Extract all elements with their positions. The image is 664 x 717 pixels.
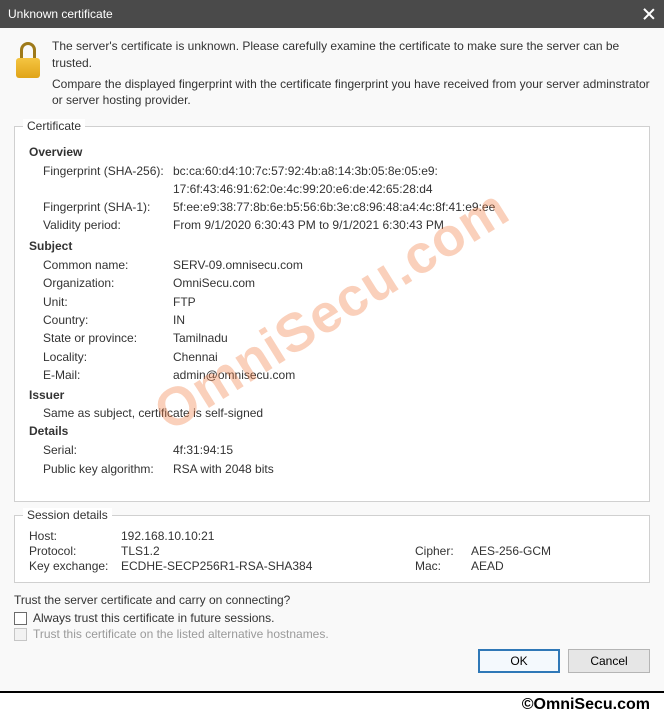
host-value: 192.168.10.10:21 [121,529,635,543]
sha256-label: Fingerprint (SHA-256): [43,163,173,180]
unit-value: FTP [173,294,641,311]
ok-button[interactable]: OK [478,649,560,673]
intro-text: The server's certificate is unknown. Ple… [52,38,650,113]
state-value: Tamilnadu [173,330,641,347]
protocol-label: Protocol: [29,544,121,558]
intro-line2: Compare the displayed fingerprint with t… [52,76,650,110]
close-icon[interactable] [642,7,656,21]
alt-hostnames-row: Trust this certificate on the listed alt… [14,627,650,641]
country-value: IN [173,312,641,329]
cipher-label: Cipher: [415,544,471,558]
overview-heading: Overview [29,145,641,159]
button-row: OK Cancel [14,649,650,673]
titlebar: Unknown certificate [0,0,664,28]
trust-block: Trust the server certificate and carry o… [14,593,650,641]
serial-label: Serial: [43,442,173,459]
unit-label: Unit: [43,294,173,311]
intro-line1: The server's certificate is unknown. Ple… [52,38,650,72]
pubkey-value: RSA with 2048 bits [173,461,641,478]
locality-value: Chennai [173,349,641,366]
cancel-button[interactable]: Cancel [568,649,650,673]
lock-icon [14,42,42,78]
alt-hostnames-label: Trust this certificate on the listed alt… [33,627,329,641]
dialog-body: OmniSecu.com The server's certificate is… [0,28,664,691]
details-heading: Details [29,424,641,438]
certificate-scroll[interactable]: Overview Fingerprint (SHA-256): bc:ca:60… [15,137,649,499]
validity-value: From 9/1/2020 6:30:43 PM to 9/1/2021 6:3… [173,217,641,234]
trust-question: Trust the server certificate and carry o… [14,593,650,607]
footer-attribution: ©OmniSecu.com [0,691,664,717]
issuer-note: Same as subject, certificate is self-sig… [43,406,641,420]
always-trust-row[interactable]: Always trust this certificate in future … [14,611,650,625]
organization-value: OmniSecu.com [173,275,641,292]
sha256-value: bc:ca:60:d4:10:7c:57:92:4b:a8:14:3b:05:8… [173,163,641,198]
always-trust-label: Always trust this certificate in future … [33,611,274,625]
window-title: Unknown certificate [8,7,113,21]
sha1-label: Fingerprint (SHA-1): [43,199,173,216]
certificate-group: Certificate Overview Fingerprint (SHA-25… [14,119,650,502]
common-name-value: SERV-09.omnisecu.com [173,257,641,274]
intro-section: The server's certificate is unknown. Ple… [14,38,650,113]
pubkey-label: Public key algorithm: [43,461,173,478]
email-label: E-Mail: [43,367,173,384]
subject-heading: Subject [29,239,641,253]
serial-value: 4f:31:94:15 [173,442,641,459]
key-exchange-label: Key exchange: [29,559,121,573]
protocol-value: TLS1.2 [121,544,415,558]
host-label: Host: [29,529,121,543]
checkbox-icon[interactable] [14,612,27,625]
state-label: State or province: [43,330,173,347]
session-section: Session details Host: 192.168.10.10:21 P… [14,508,650,583]
common-name-label: Common name: [43,257,173,274]
cipher-value: AES-256-GCM [471,544,551,558]
checkbox-icon [14,628,27,641]
organization-label: Organization: [43,275,173,292]
country-label: Country: [43,312,173,329]
sha1-value: 5f:ee:e9:38:77:8b:6e:b5:56:6b:3e:c8:96:4… [173,199,641,216]
certificate-legend: Certificate [23,119,85,133]
session-legend: Session details [23,508,112,522]
issuer-heading: Issuer [29,388,641,402]
mac-value: AEAD [471,559,504,573]
key-exchange-value: ECDHE-SECP256R1-RSA-SHA384 [121,559,415,573]
locality-label: Locality: [43,349,173,366]
validity-label: Validity period: [43,217,173,234]
email-value: admin@omnisecu.com [173,367,641,384]
mac-label: Mac: [415,559,471,573]
